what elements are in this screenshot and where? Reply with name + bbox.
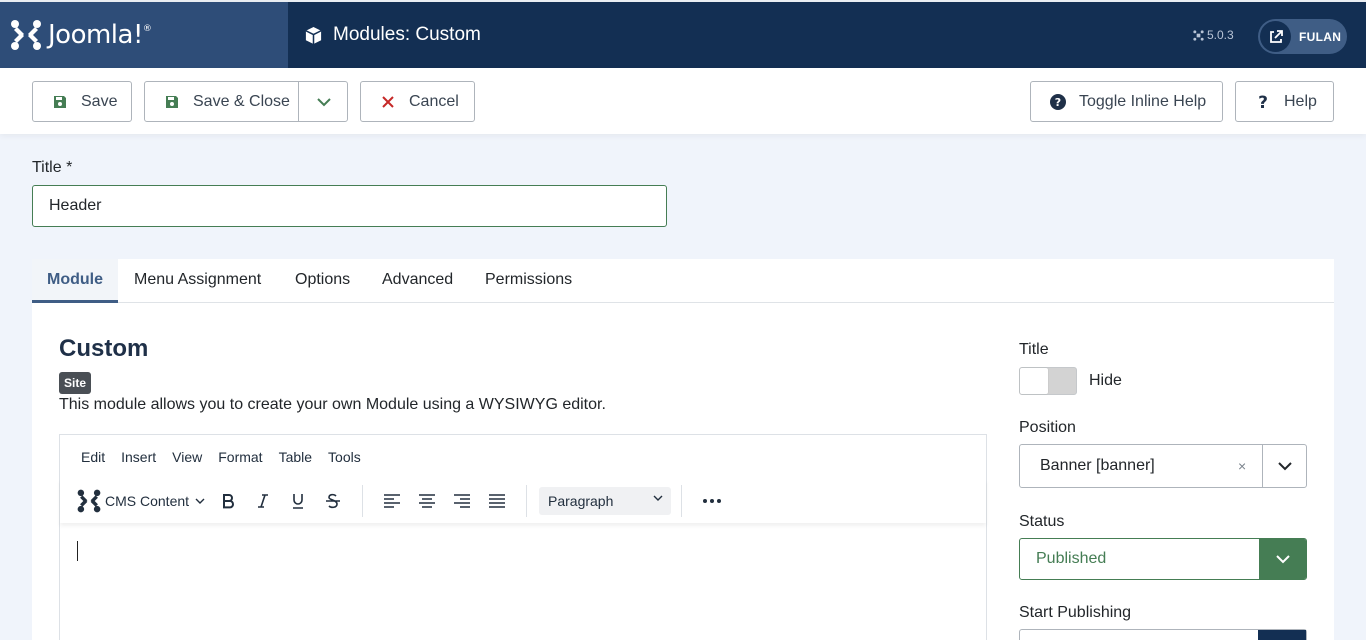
menu-tools[interactable]: Tools bbox=[328, 449, 361, 465]
more-icon[interactable] bbox=[700, 489, 724, 513]
status-value: Published bbox=[1036, 550, 1107, 567]
question-mark-icon: ? bbox=[1253, 92, 1273, 112]
status-dropdown-toggle[interactable] bbox=[1259, 539, 1306, 579]
tab-module[interactable]: Module bbox=[32, 259, 118, 303]
tab-menu-assignment[interactable]: Menu Assignment bbox=[134, 259, 261, 303]
chevron-down-icon bbox=[1275, 554, 1290, 563]
align-left-icon[interactable] bbox=[380, 489, 404, 513]
joomla-logo-icon bbox=[11, 20, 41, 50]
tab-advanced[interactable]: Advanced bbox=[382, 259, 453, 303]
external-link-icon bbox=[1260, 21, 1291, 52]
clear-position-icon[interactable]: × bbox=[1238, 458, 1246, 474]
action-toolbar: Save Save & Close Cancel ? Toggle Inline… bbox=[0, 68, 1366, 134]
status-label: Status bbox=[1019, 513, 1065, 530]
chevron-down-icon bbox=[195, 498, 205, 504]
text-cursor bbox=[77, 541, 78, 561]
strikethrough-icon[interactable] bbox=[321, 489, 345, 513]
tab-bar: Module Menu Assignment Options Advanced … bbox=[32, 259, 1334, 303]
bold-icon[interactable] bbox=[216, 489, 240, 513]
underline-icon[interactable] bbox=[286, 489, 310, 513]
align-center-icon[interactable] bbox=[415, 489, 439, 513]
joomla-logo-icon bbox=[77, 489, 101, 513]
svg-text:?: ? bbox=[1055, 96, 1061, 109]
toggle-inline-help-button[interactable]: ? Toggle Inline Help bbox=[1030, 81, 1223, 122]
position-label: Position bbox=[1019, 419, 1076, 436]
toolbar-divider bbox=[526, 485, 527, 517]
menu-view[interactable]: View bbox=[172, 449, 202, 465]
align-justify-icon[interactable] bbox=[485, 489, 509, 513]
floppy-disk-icon bbox=[162, 92, 182, 112]
top-header: Joomla!® Modules: Custom 5.0.3 FULAN bbox=[0, 0, 1366, 68]
cms-content-button[interactable]: CMS Content bbox=[76, 487, 205, 515]
menu-format[interactable]: Format bbox=[218, 449, 262, 465]
position-select[interactable]: Banner [banner] × bbox=[1019, 444, 1307, 488]
status-select[interactable]: Published bbox=[1019, 538, 1307, 580]
calendar-button[interactable] bbox=[1258, 630, 1306, 640]
joomla-logo[interactable]: Joomla!® bbox=[0, 2, 288, 68]
editor-toolbar: CMS Content Paragraph bbox=[60, 479, 986, 523]
title-show-label: Title bbox=[1019, 341, 1049, 358]
start-publishing-input[interactable] bbox=[1019, 629, 1307, 640]
toolbar-divider bbox=[681, 485, 682, 517]
module-heading: Custom bbox=[59, 335, 149, 362]
page-title: Modules: Custom bbox=[304, 2, 481, 68]
site-badge: Site bbox=[59, 372, 92, 394]
chevron-down-icon bbox=[316, 97, 331, 106]
editor-content-area[interactable] bbox=[60, 523, 986, 640]
logo-wordmark: Joomla!® bbox=[48, 20, 152, 50]
joomla-mini-icon bbox=[1193, 29, 1204, 41]
tab-permissions[interactable]: Permissions bbox=[485, 259, 572, 303]
cancel-button[interactable]: Cancel bbox=[360, 81, 475, 122]
question-circle-icon: ? bbox=[1048, 92, 1068, 112]
title-visibility-toggle[interactable] bbox=[1019, 367, 1077, 395]
save-options-dropdown[interactable] bbox=[298, 82, 348, 121]
user-name: FULAN bbox=[1299, 29, 1342, 44]
wysiwyg-editor: Edit Insert View Format Table Tools CMS … bbox=[59, 434, 987, 640]
block-format-select[interactable]: Paragraph bbox=[539, 487, 671, 515]
italic-icon[interactable] bbox=[251, 489, 275, 513]
version-badge: 5.0.3 bbox=[1193, 2, 1234, 68]
chevron-down-icon bbox=[653, 495, 663, 501]
title-label: Title * bbox=[32, 159, 73, 176]
title-input[interactable] bbox=[32, 185, 667, 227]
position-value: Banner [banner] bbox=[1040, 457, 1155, 474]
toggle-knob bbox=[1020, 368, 1048, 394]
editor-menubar: Edit Insert View Format Table Tools bbox=[60, 435, 377, 479]
start-publishing-label: Start Publishing bbox=[1019, 604, 1132, 621]
align-right-icon[interactable] bbox=[450, 489, 474, 513]
floppy-disk-icon bbox=[50, 92, 70, 112]
save-button[interactable]: Save bbox=[32, 81, 132, 122]
toggle-state-text: Hide bbox=[1089, 372, 1122, 389]
save-and-close-button[interactable]: Save & Close bbox=[144, 81, 348, 122]
chevron-down-icon bbox=[1278, 461, 1292, 470]
tab-options[interactable]: Options bbox=[295, 259, 350, 303]
user-menu-button[interactable]: FULAN bbox=[1258, 19, 1347, 54]
menu-insert[interactable]: Insert bbox=[121, 449, 156, 465]
menu-edit[interactable]: Edit bbox=[81, 449, 105, 465]
help-button[interactable]: ? Help bbox=[1235, 81, 1334, 122]
cube-icon bbox=[305, 26, 322, 44]
close-icon bbox=[378, 92, 398, 112]
menu-table[interactable]: Table bbox=[279, 449, 312, 465]
position-dropdown-toggle[interactable] bbox=[1262, 445, 1307, 487]
module-panel: Custom Site This module allows you to cr… bbox=[32, 303, 1334, 640]
svg-text:?: ? bbox=[1258, 94, 1268, 110]
toolbar-divider bbox=[362, 485, 363, 517]
module-description: This module allows you to create your ow… bbox=[59, 396, 606, 413]
